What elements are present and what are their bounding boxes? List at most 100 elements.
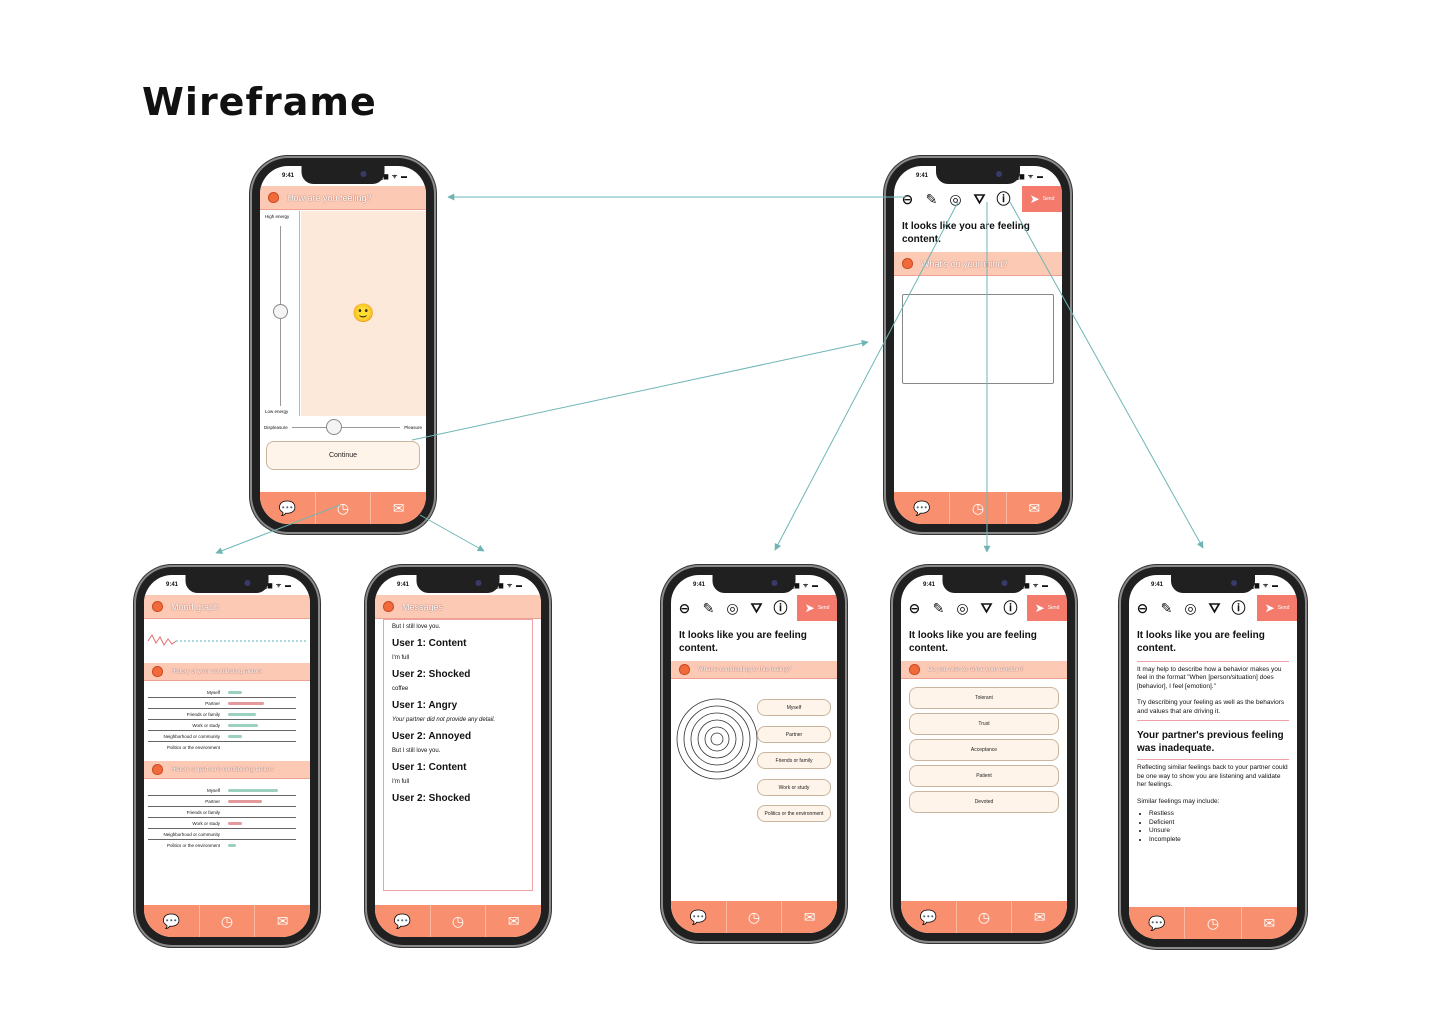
status-time: 9:41 [923,582,936,588]
message-list[interactable]: But I still love you. User 1: Content I'… [383,619,533,891]
factor-option[interactable]: Partner [757,726,831,743]
back-icon[interactable]: ⊖ [905,599,924,618]
filter-icon[interactable]: ⛛ [1205,599,1224,618]
note-icon[interactable]: ✎ [699,599,718,618]
notch [936,166,1020,184]
screen-header: Messages [375,595,541,619]
journal-textarea[interactable] [902,294,1054,384]
emotion-option[interactable]: Acceptance [909,739,1059,761]
target-icon[interactable]: ◎ [946,190,965,209]
paper-plane-icon: ➤ [1264,601,1275,615]
note-icon[interactable]: ✎ [922,190,941,209]
partner-bars: Myself Partner Friends or family Work or… [144,785,310,851]
chat-icon[interactable]: 💬 [1129,907,1186,939]
emotion-option[interactable]: Patient [909,765,1059,787]
info-icon[interactable]: ⓘ [1229,599,1248,618]
pleasure-slider-handle[interactable] [325,418,342,435]
displeasure-label: Displeasure [264,424,288,430]
tab-bar: 💬 ◷ ✉ [375,905,541,937]
partner-feeling-title: Your partner's previous feeling was inad… [1137,730,1284,755]
chat-icon[interactable]: 💬 [894,492,951,524]
clock-icon[interactable]: ◷ [316,492,372,524]
mail-icon[interactable]: ✉ [1242,907,1297,939]
send-label: Send [1047,605,1060,611]
send-button[interactable]: ➤ Send [1022,186,1062,212]
phone-contributing-factors: 9:41 ▂▄▆ ᯤ ▬ ⊖ ✎ ◎ ⛛ ⓘ ➤ Send It looks lik… [663,567,845,941]
filter-icon[interactable]: ⛛ [747,599,766,618]
emotion-option[interactable]: Devoted [909,791,1059,813]
info-icon[interactable]: ⓘ [771,599,790,618]
screen-header: Mood graph [144,595,310,619]
clock-icon[interactable]: ◷ [727,901,783,933]
emotion-option[interactable]: Tolerant [909,687,1059,709]
continue-button[interactable]: Continue [266,441,420,470]
mail-icon[interactable]: ✉ [782,901,837,933]
notch [942,575,1026,593]
bar [228,789,278,792]
back-icon[interactable]: ⊖ [1133,599,1152,618]
message-text: But I still love you. [392,624,441,630]
clock-icon[interactable]: ◷ [1185,907,1242,939]
arrow-continue-to-journal [411,339,869,441]
factor-option[interactable]: Politics or the environment [757,805,831,822]
bar-label: Politics or the environment [166,843,220,848]
target-icon[interactable]: ◎ [953,599,972,618]
note-icon[interactable]: ✎ [1157,599,1176,618]
screen: 9:41 ▂▄▆ ᯤ ▬ ⊖ ✎ ◎ ⛛ ⓘ ➤ Send It looks lik… [901,575,1067,933]
filter-icon[interactable]: ⛛ [970,190,989,209]
send-button[interactable]: ➤ Send [1257,595,1297,621]
mood-canvas[interactable]: 🙂 [301,211,426,416]
info-icon[interactable]: ⓘ [994,190,1013,209]
mail-icon[interactable]: ✉ [255,905,310,937]
factor-option[interactable]: Work or study [757,779,831,796]
peach-logo-icon [902,258,913,269]
list-item: Deficient [1149,819,1289,828]
factor-option[interactable]: Friends or family [757,752,831,769]
chat-icon[interactable]: 💬 [901,901,957,933]
peach-logo-icon [152,666,163,677]
bar-label: Partner [205,799,220,804]
clock-icon[interactable]: ◷ [950,492,1007,524]
factor-option[interactable]: Myself [757,699,831,716]
mail-icon[interactable]: ✉ [1007,492,1062,524]
header-title: Messages [402,601,444,612]
send-button[interactable]: ➤ Send [797,595,837,621]
screen: 9:41 ▂▄▆ ᯤ ▬ ⊖ ✎ ◎ ⛛ ⓘ ➤ Send It looks lik… [671,575,837,933]
chat-icon[interactable]: 💬 [144,905,200,937]
partner-history-title: History of partner's contributing factor… [171,766,274,773]
bar-label: Neighborhood or community [163,832,220,837]
mail-icon[interactable]: ✉ [486,905,541,937]
chat-icon[interactable]: 💬 [260,492,316,524]
message-user: User 2: Shocked [392,669,471,680]
target-icon[interactable]: ◎ [1181,599,1200,618]
pleasure-track [291,418,401,435]
chat-icon[interactable]: 💬 [375,905,431,937]
header-title: How are you feeling? [287,192,372,203]
back-icon[interactable]: ⊖ [898,190,917,209]
tab-bar: 💬 ◷ ✉ [901,901,1067,933]
paper-plane-icon: ➤ [1034,601,1045,615]
message-user: User 1: Content [392,638,467,649]
emotion-option[interactable]: Trust [909,713,1059,735]
hint-describe: Try describing your feeling as well as t… [1137,699,1285,715]
screen: 9:41 ▂▄▆ ᯤ ▬ ⊖ ✎ ◎ ⛛ ⓘ ➤ Send It looks lik… [1129,575,1297,939]
mail-icon[interactable]: ✉ [371,492,426,524]
similar-feelings-list: Restless Deficient Unsure Incomplete [1129,810,1297,845]
info-icon[interactable]: ⓘ [1001,599,1020,618]
filter-icon[interactable]: ⛛ [977,599,996,618]
target-icon[interactable]: ◎ [723,599,742,618]
list-item: Restless [1149,810,1289,819]
energy-slider-handle[interactable] [273,304,288,319]
clock-icon[interactable]: ◷ [957,901,1013,933]
clock-icon[interactable]: ◷ [200,905,256,937]
tab-bar: 💬 ◷ ✉ [894,492,1062,524]
message-user: User 2: Annoyed [392,731,472,742]
mail-icon[interactable]: ✉ [1012,901,1067,933]
status-time: 9:41 [282,173,295,179]
send-button[interactable]: ➤ Send [1027,595,1067,621]
note-icon[interactable]: ✎ [929,599,948,618]
back-icon[interactable]: ⊖ [675,599,694,618]
bar [228,735,242,738]
clock-icon[interactable]: ◷ [431,905,487,937]
chat-icon[interactable]: 💬 [671,901,727,933]
